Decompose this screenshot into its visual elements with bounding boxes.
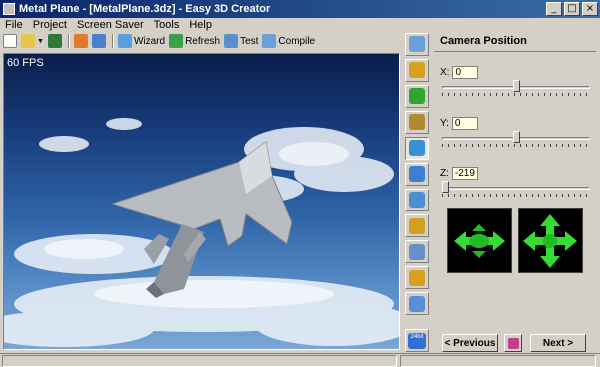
metal-plane-model <box>110 141 293 298</box>
camera-position-panel: Camera Position X: Y: Z: <box>434 30 596 352</box>
chevron-down-icon: ▼ <box>37 37 44 45</box>
tools-icon <box>409 217 425 234</box>
side-tool-snowflake-button[interactable] <box>405 162 429 186</box>
save-button[interactable] <box>47 33 62 49</box>
bookmark-icon <box>507 337 519 349</box>
window-title: Metal Plane - [MetalPlane.3dz] - Easy 3D… <box>19 3 271 15</box>
panel-title: Camera Position <box>434 30 596 52</box>
next-button[interactable]: Next > <box>530 334 586 352</box>
side-tool-cube-effects-button[interactable] <box>405 110 429 134</box>
pan-control-pad[interactable] <box>447 208 512 273</box>
side-tool-tools-button[interactable] <box>405 214 429 238</box>
side-tool-bit-depth-button[interactable]: 24bit <box>405 329 429 353</box>
side-tool-coins-button[interactable] <box>405 266 429 290</box>
folder-icon <box>21 34 35 48</box>
bit-depth-icon: 24bit <box>408 332 426 349</box>
side-tool-strip: 24bit <box>403 30 431 353</box>
toolbar-separator <box>111 34 114 48</box>
move-horizontal-icon <box>454 224 505 258</box>
rotate-icon <box>409 88 425 105</box>
save-disk-icon <box>47 34 62 48</box>
move-arrows-icon <box>523 214 577 268</box>
x-label: X: <box>440 67 450 78</box>
refresh-label: Refresh <box>185 35 221 47</box>
compile-icon <box>262 34 277 48</box>
menu-help[interactable]: Help <box>184 19 217 31</box>
z-slider[interactable] <box>442 181 590 197</box>
compile-label: Compile <box>278 35 316 47</box>
toolbar-separator <box>67 34 70 48</box>
x-field-row: X: <box>440 66 479 79</box>
close-button[interactable]: × <box>582 2 598 16</box>
compile-button[interactable]: Compile <box>262 33 315 49</box>
y-slider-thumb[interactable] <box>513 131 520 143</box>
wizard-icon <box>117 34 132 48</box>
app-icon <box>3 3 15 15</box>
x-slider-ticks <box>442 93 590 96</box>
wizard-button[interactable]: Wizard <box>117 33 166 49</box>
x-slider-thumb[interactable] <box>513 80 520 92</box>
y-slider-ticks <box>442 144 590 147</box>
new-document-icon <box>3 34 17 48</box>
menu-file[interactable]: File <box>0 19 28 31</box>
z-slider-thumb[interactable] <box>442 181 449 193</box>
checker-texture-icon <box>409 62 425 79</box>
menu-project[interactable]: Project <box>28 19 72 31</box>
x-input[interactable] <box>452 66 479 79</box>
side-tool-checker-texture-button[interactable] <box>405 58 429 82</box>
view-button[interactable] <box>91 33 106 49</box>
side-tool-gears-button[interactable] <box>405 292 429 316</box>
side-tool-music-note-button[interactable] <box>405 188 429 212</box>
3d-preview-viewport[interactable]: 60 FPS <box>3 53 400 350</box>
fps-counter: 60 FPS <box>7 57 44 69</box>
test-label: Test <box>240 35 259 47</box>
gears-icon <box>409 295 425 312</box>
minimize-button[interactable]: _ <box>546 2 562 16</box>
move-control-pad[interactable] <box>518 208 583 273</box>
side-tool-cube-button[interactable] <box>405 33 429 56</box>
cube-icon <box>409 36 425 53</box>
refresh-button[interactable]: Refresh <box>169 33 220 49</box>
open-button[interactable]: ▼ <box>21 33 44 49</box>
z-field-row: Z: <box>440 167 478 180</box>
test-icon <box>224 34 239 48</box>
camera-icon <box>409 140 425 157</box>
coins-icon <box>409 269 425 286</box>
menu-tools[interactable]: Tools <box>149 19 185 31</box>
z-label: Z: <box>440 168 449 179</box>
y-input[interactable] <box>451 117 478 130</box>
test-button[interactable]: Test <box>224 33 258 49</box>
side-tool-rotate-button[interactable] <box>405 84 429 108</box>
refresh-icon <box>169 34 184 48</box>
y-field-row: Y: <box>440 117 478 130</box>
snowflake-icon <box>409 166 425 183</box>
toolbar: ▼ Wizard Refresh Test Compile <box>0 32 420 50</box>
status-bar <box>0 353 600 367</box>
cube-effects-icon <box>409 114 425 131</box>
title-bar: Metal Plane - [MetalPlane.3dz] - Easy 3D… <box>0 0 600 18</box>
x-slider[interactable] <box>442 80 590 96</box>
layers-button[interactable] <box>73 33 88 49</box>
z-slider-ticks <box>442 194 590 197</box>
z-input[interactable] <box>451 167 478 180</box>
side-tool-window-button[interactable] <box>405 240 429 264</box>
wizard-label: Wizard <box>133 35 166 47</box>
z-slider-track <box>442 187 590 190</box>
music-note-icon <box>409 191 425 208</box>
bookmark-button[interactable] <box>504 334 522 352</box>
window-controls: _ □ × <box>546 2 598 16</box>
view-icon <box>91 34 106 48</box>
new-button[interactable] <box>3 33 17 49</box>
window-icon <box>409 243 425 260</box>
previous-button[interactable]: < Previous <box>442 334 498 352</box>
status-pane-main <box>2 355 397 367</box>
side-tool-camera-button[interactable] <box>405 136 429 160</box>
y-label: Y: <box>440 118 449 129</box>
maximize-button[interactable]: □ <box>564 2 580 16</box>
menu-screen-saver[interactable]: Screen Saver <box>72 19 149 31</box>
layers-icon <box>73 34 88 48</box>
y-slider[interactable] <box>442 131 590 147</box>
status-pane-secondary <box>400 355 596 367</box>
